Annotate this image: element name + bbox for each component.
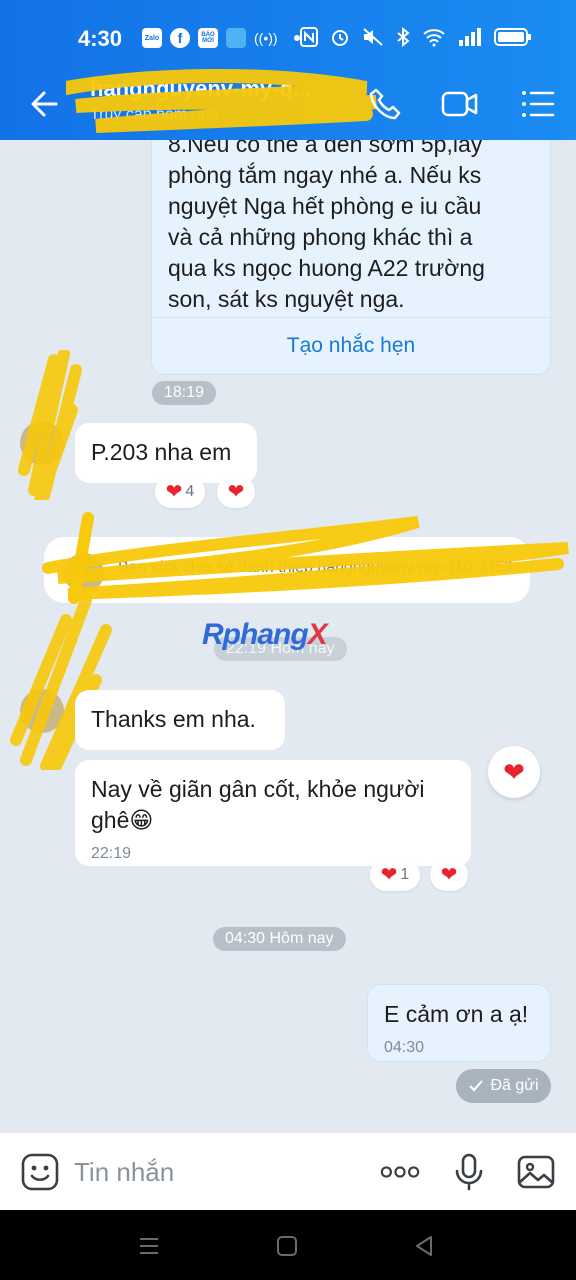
more-notifications-dot — [293, 35, 300, 41]
timestamp-pill: 18:19 — [152, 381, 217, 405]
message-text: Thanks em nha. — [91, 706, 256, 732]
message-list[interactable]: 8.Nếu có thể a đến sớm 5p,lấy phòng tắm … — [0, 140, 576, 1132]
back-nav-icon[interactable] — [412, 1234, 436, 1258]
message-text: E cảm ơn a ạ! — [384, 1001, 529, 1027]
heart-icon: ❤ — [227, 481, 245, 503]
reaction-count: 1 — [400, 866, 410, 883]
microphone-icon[interactable] — [449, 1152, 489, 1192]
back-arrow-icon[interactable] — [26, 86, 62, 122]
heart-icon: ❤ — [380, 864, 398, 886]
message-text: Nay về giãn gân cốt, khỏe người ghê😁 — [91, 776, 425, 833]
redaction-scribble — [42, 512, 569, 604]
reminder-message-text: 8.Nếu có thể a đến sớm 5p,lấy phòng tắm … — [168, 140, 485, 312]
heart-icon: ❤ — [440, 864, 458, 886]
battery-icon — [494, 28, 531, 46]
message-text: P.203 nha em — [91, 439, 232, 465]
notification-icons: Zalo f BÁO MỚI ((•)) — [142, 28, 300, 48]
heart-icon: ❤ — [165, 481, 183, 503]
react-heart-button[interactable]: ❤ — [217, 476, 255, 508]
message-input[interactable] — [74, 1153, 364, 1191]
system-navigation-bar — [0, 1210, 576, 1280]
recent-apps-icon[interactable] — [137, 1234, 161, 1258]
heart-icon: ❤ — [503, 757, 525, 787]
app-notification-icon — [226, 28, 246, 48]
quick-heart-react-button[interactable]: ❤ — [488, 746, 540, 798]
facebook-app-icon: f — [170, 28, 190, 48]
contact-status: Truy cập hôm qua — [90, 106, 219, 123]
redaction-scribble — [18, 350, 82, 500]
incoming-message-bubble[interactable]: Thanks em nha. — [75, 690, 285, 750]
nfc-icon — [300, 27, 318, 47]
emoji-sticker-icon[interactable] — [20, 1152, 60, 1192]
incoming-message-bubble[interactable]: P.203 nha em — [75, 423, 257, 483]
watermark-logo: RphangX — [202, 618, 328, 651]
mute-icon — [363, 28, 383, 46]
contact-name[interactable]: hangnguyenv-my-q... — [90, 76, 311, 102]
reaction-summary[interactable]: ❤ 4 — [155, 476, 205, 508]
message-input-bar — [0, 1132, 576, 1210]
more-options-icon[interactable] — [380, 1152, 420, 1192]
menu-icon[interactable] — [518, 84, 558, 124]
outgoing-message-bubble[interactable]: E cảm ơn a ạ! 04:30 — [367, 984, 551, 1062]
check-icon — [469, 1080, 484, 1092]
signal-icon — [459, 28, 481, 46]
baomoi-app-icon: BÁO MỚI — [198, 28, 218, 48]
phone-call-icon[interactable] — [366, 84, 406, 124]
zalo-app-icon: Zalo — [142, 28, 162, 48]
reaction-summary[interactable]: ❤ 1 — [370, 859, 420, 891]
sent-status-label: Đã gửi — [490, 1077, 539, 1094]
reminder-message[interactable]: 8.Nếu có thể a đến sớm 5p,lấy phòng tắm … — [151, 140, 551, 375]
alarm-icon — [332, 30, 348, 46]
react-heart-button[interactable]: ❤ — [430, 859, 468, 891]
incoming-message-bubble[interactable]: Nay về giãn gân cốt, khỏe người ghê😁 22:… — [75, 760, 471, 866]
video-call-icon[interactable] — [440, 84, 480, 124]
status-time: 4:30 — [78, 26, 123, 51]
sent-status-badge: Đã gửi — [456, 1069, 551, 1103]
message-time: 04:30 — [384, 1039, 425, 1056]
reaction-count: 4 — [185, 483, 195, 500]
status-bar: 4:30 Zalo f BÁO MỚI ((•)) — [0, 0, 576, 66]
image-gallery-icon[interactable] — [516, 1152, 556, 1192]
chat-header: hangnguyenv-my-q... Truy cập hôm qua — [0, 66, 576, 140]
wifi-icon — [423, 29, 445, 47]
bluetooth-icon — [397, 27, 410, 47]
date-divider: 04:30 Hôm nay — [213, 927, 346, 951]
system-icons — [300, 27, 532, 47]
hotspot-icon: ((•)) — [254, 30, 278, 46]
home-icon[interactable] — [275, 1234, 299, 1258]
create-reminder-button[interactable]: Tạo nhắc hẹn — [152, 318, 550, 374]
